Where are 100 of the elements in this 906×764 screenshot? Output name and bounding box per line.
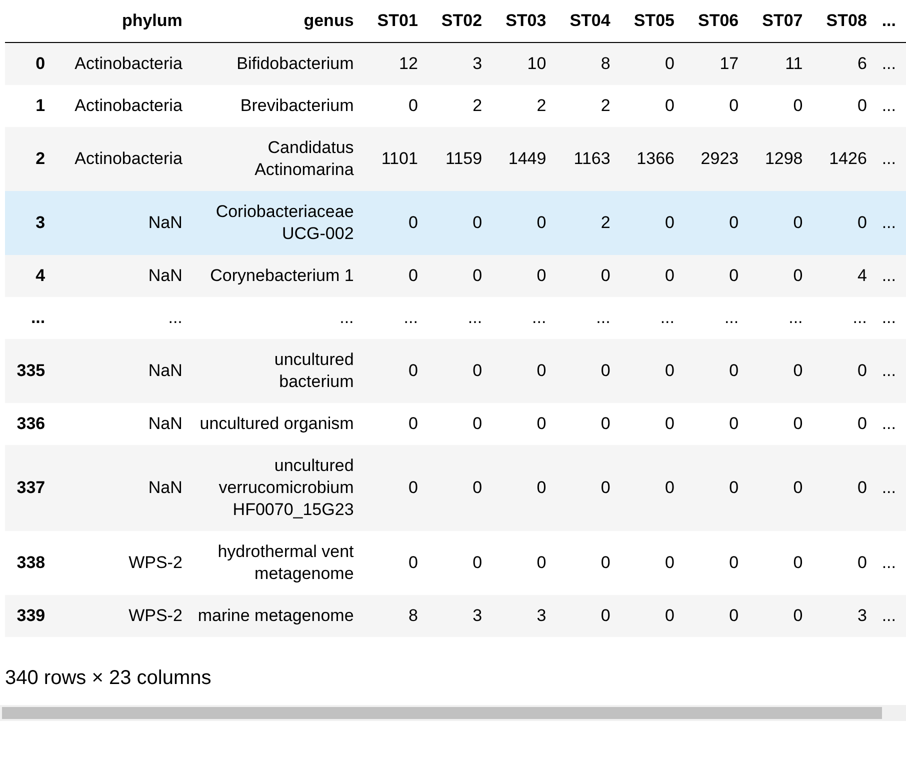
table-cell: 0 [620,255,684,297]
table-cell: hydrothermal vent metagenome [192,531,364,595]
table-cell: 2 [556,85,620,127]
table-cell: 1159 [428,127,492,191]
table-cell: 0 [620,85,684,127]
column-header: ST05 [620,0,684,42]
row-index: 1 [5,85,56,127]
table-cell: 8 [364,595,428,637]
table-cell: 0 [364,531,428,595]
table-cell: ... [876,531,906,595]
table-cell: 4 [812,255,877,297]
table-cell: 1163 [556,127,620,191]
table-cell: 0 [556,403,620,445]
table-cell: ... [556,297,620,339]
table-cell: 0 [812,531,877,595]
column-header: ST01 [364,0,428,42]
table-cell: 0 [556,339,620,403]
table-cell: 0 [428,403,492,445]
table-cell: NaN [55,403,192,445]
row-index: 2 [5,127,56,191]
table-cell: Bifidobacterium [192,42,364,85]
table-cell: ... [876,42,906,85]
table-cell: Corynebacterium 1 [192,255,364,297]
table-cell: ... [876,255,906,297]
row-index: 0 [5,42,56,85]
table-cell: 0 [364,255,428,297]
table-cell: 0 [428,339,492,403]
table-cell: 0 [492,191,556,255]
column-header: ST07 [748,0,813,42]
table-cell: Actinobacteria [55,85,192,127]
row-index: 337 [5,445,56,531]
table-cell: 0 [364,85,428,127]
table-cell: 0 [620,531,684,595]
table-cell: 3 [428,42,492,85]
table-cell: 0 [492,445,556,531]
table-cell: 0 [492,255,556,297]
table-cell: 6 [812,42,877,85]
column-header: phylum [55,0,192,42]
table-cell: 8 [556,42,620,85]
table-cell: NaN [55,255,192,297]
table-cell: 0 [684,255,749,297]
table-cell: 0 [684,339,749,403]
table-cell: 0 [364,339,428,403]
table-cell: Actinobacteria [55,127,192,191]
table-cell: 0 [684,403,749,445]
column-header: ... [876,0,906,42]
row-index: 336 [5,403,56,445]
row-index: 339 [5,595,56,637]
table-cell: 0 [684,85,749,127]
table-cell: ... [876,191,906,255]
column-header: ST02 [428,0,492,42]
table-cell: 17 [684,42,749,85]
table-cell: 0 [748,85,813,127]
table-cell: 0 [812,339,877,403]
table-cell: 0 [492,339,556,403]
table-cell: WPS-2 [55,531,192,595]
table-cell: 0 [556,255,620,297]
row-index: 335 [5,339,56,403]
table-cell: 0 [556,445,620,531]
table-cell: 0 [364,191,428,255]
table-cell: 11 [748,42,813,85]
table-cell: ... [192,297,364,339]
table-cell: ... [812,297,877,339]
column-header: ST06 [684,0,749,42]
table-cell: 10 [492,42,556,85]
table-cell: 0 [364,445,428,531]
table-cell: 0 [812,191,877,255]
horizontal-scrollbar[interactable] [0,705,906,721]
table-caption: 340 rows × 23 columns [5,666,212,691]
table-cell: marine metagenome [192,595,364,637]
scrollbar-thumb[interactable] [2,707,882,719]
table-cell: 0 [748,191,813,255]
table-cell: 0 [428,255,492,297]
table-cell: ... [876,297,906,339]
table-cell: 0 [748,531,813,595]
table-cell: NaN [55,191,192,255]
table-cell: 0 [812,445,877,531]
table-cell: 0 [620,191,684,255]
table-cell: 1101 [364,127,428,191]
table-cell: 0 [684,191,749,255]
column-header: ST03 [492,0,556,42]
table-cell: 0 [556,531,620,595]
table-cell: 0 [812,403,877,445]
table-cell: 2 [428,85,492,127]
table-cell: uncultured organism [192,403,364,445]
row-index: 338 [5,531,56,595]
table-cell: ... [876,339,906,403]
table-cell: 0 [428,191,492,255]
table-cell: 3 [492,595,556,637]
table-cell: 0 [620,42,684,85]
table-cell: 1298 [748,127,813,191]
table-cell: ... [876,445,906,531]
table-cell: 0 [748,445,813,531]
table-cell: 1366 [620,127,684,191]
table-cell: 0 [812,85,877,127]
column-header: ST08 [812,0,877,42]
table-cell: 0 [684,531,749,595]
table-cell: 0 [684,445,749,531]
table-cell: 0 [428,445,492,531]
row-index: ... [5,297,56,339]
